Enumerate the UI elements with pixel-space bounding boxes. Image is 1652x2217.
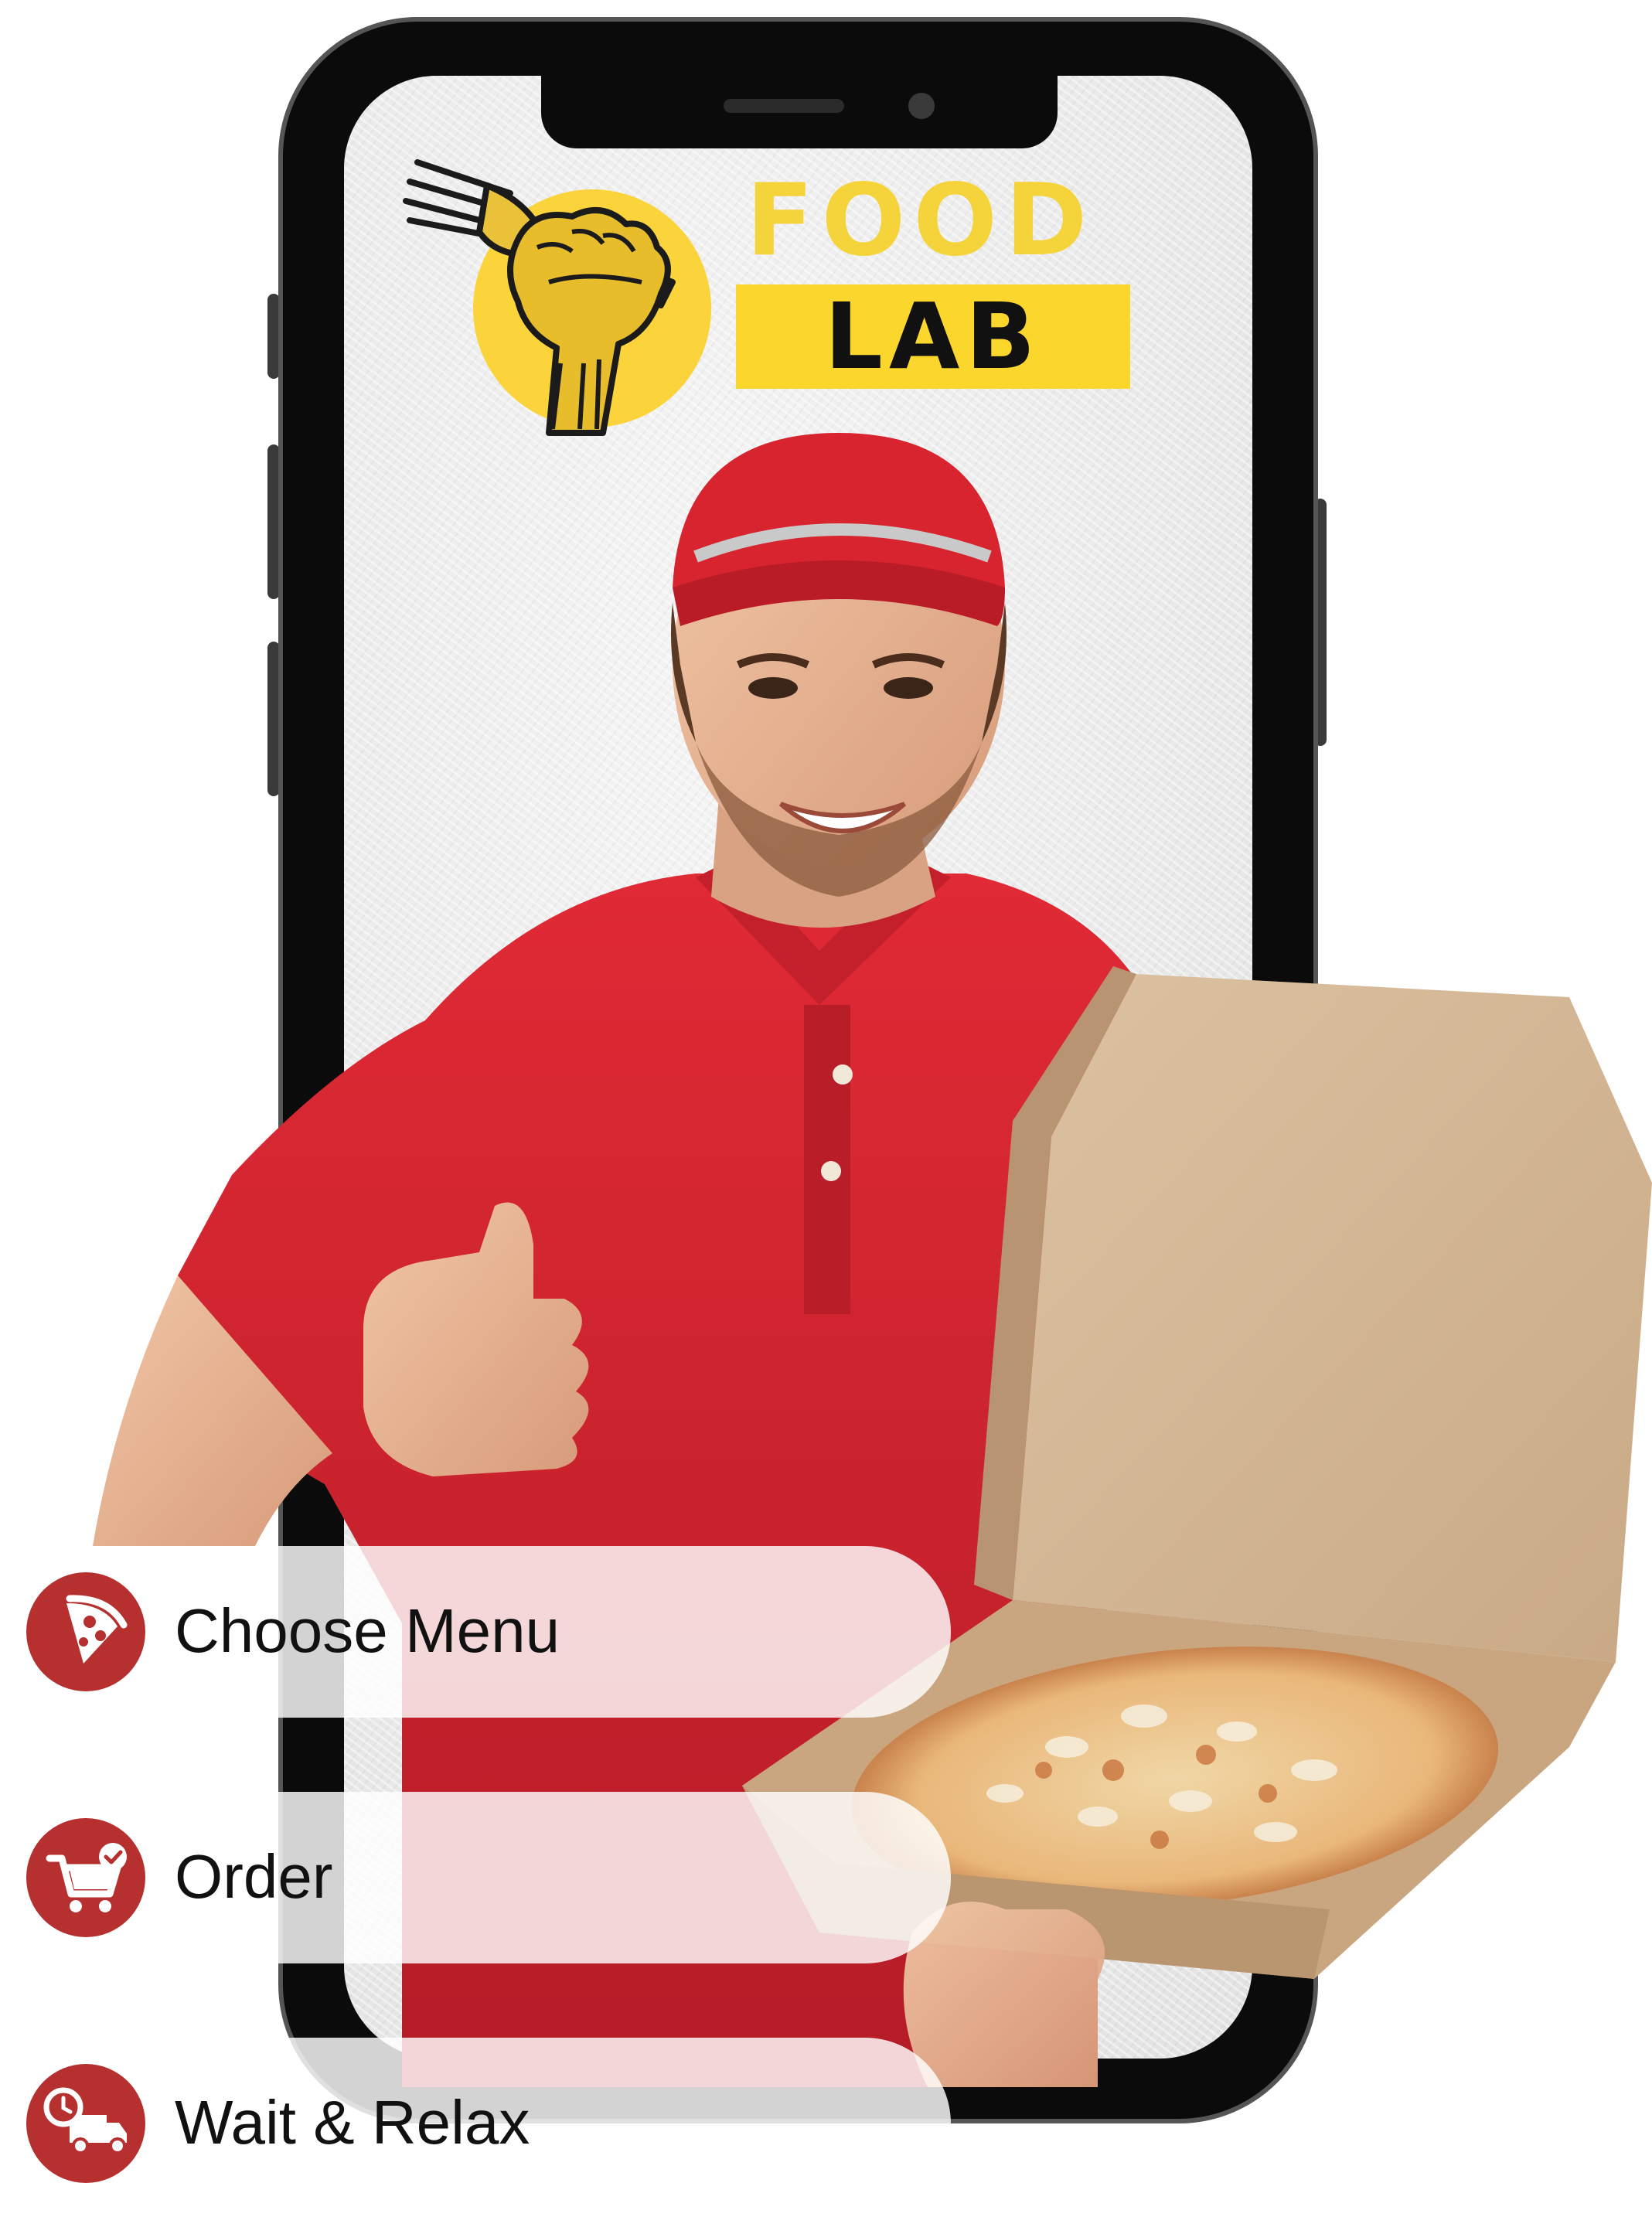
cart-check-icon <box>26 1818 145 1937</box>
fist-with-fork-icon <box>403 159 676 436</box>
logo-word-lab: LAB <box>824 283 1042 390</box>
step-label: Order <box>175 1842 333 1911</box>
logo-word-food: FOOD <box>746 163 1095 278</box>
pizza-slice-icon <box>26 1572 145 1691</box>
step-wait-and-relax[interactable]: Wait & Relax <box>23 2038 951 2209</box>
step-label: Choose Menu <box>175 1596 560 1665</box>
step-order[interactable]: Order <box>23 1792 951 1963</box>
delivery-truck-clock-icon <box>26 2064 145 2183</box>
step-choose-menu[interactable]: Choose Menu <box>23 1546 951 1718</box>
logo-word-lab-box: LAB <box>736 284 1130 389</box>
step-label: Wait & Relax <box>175 2088 530 2157</box>
